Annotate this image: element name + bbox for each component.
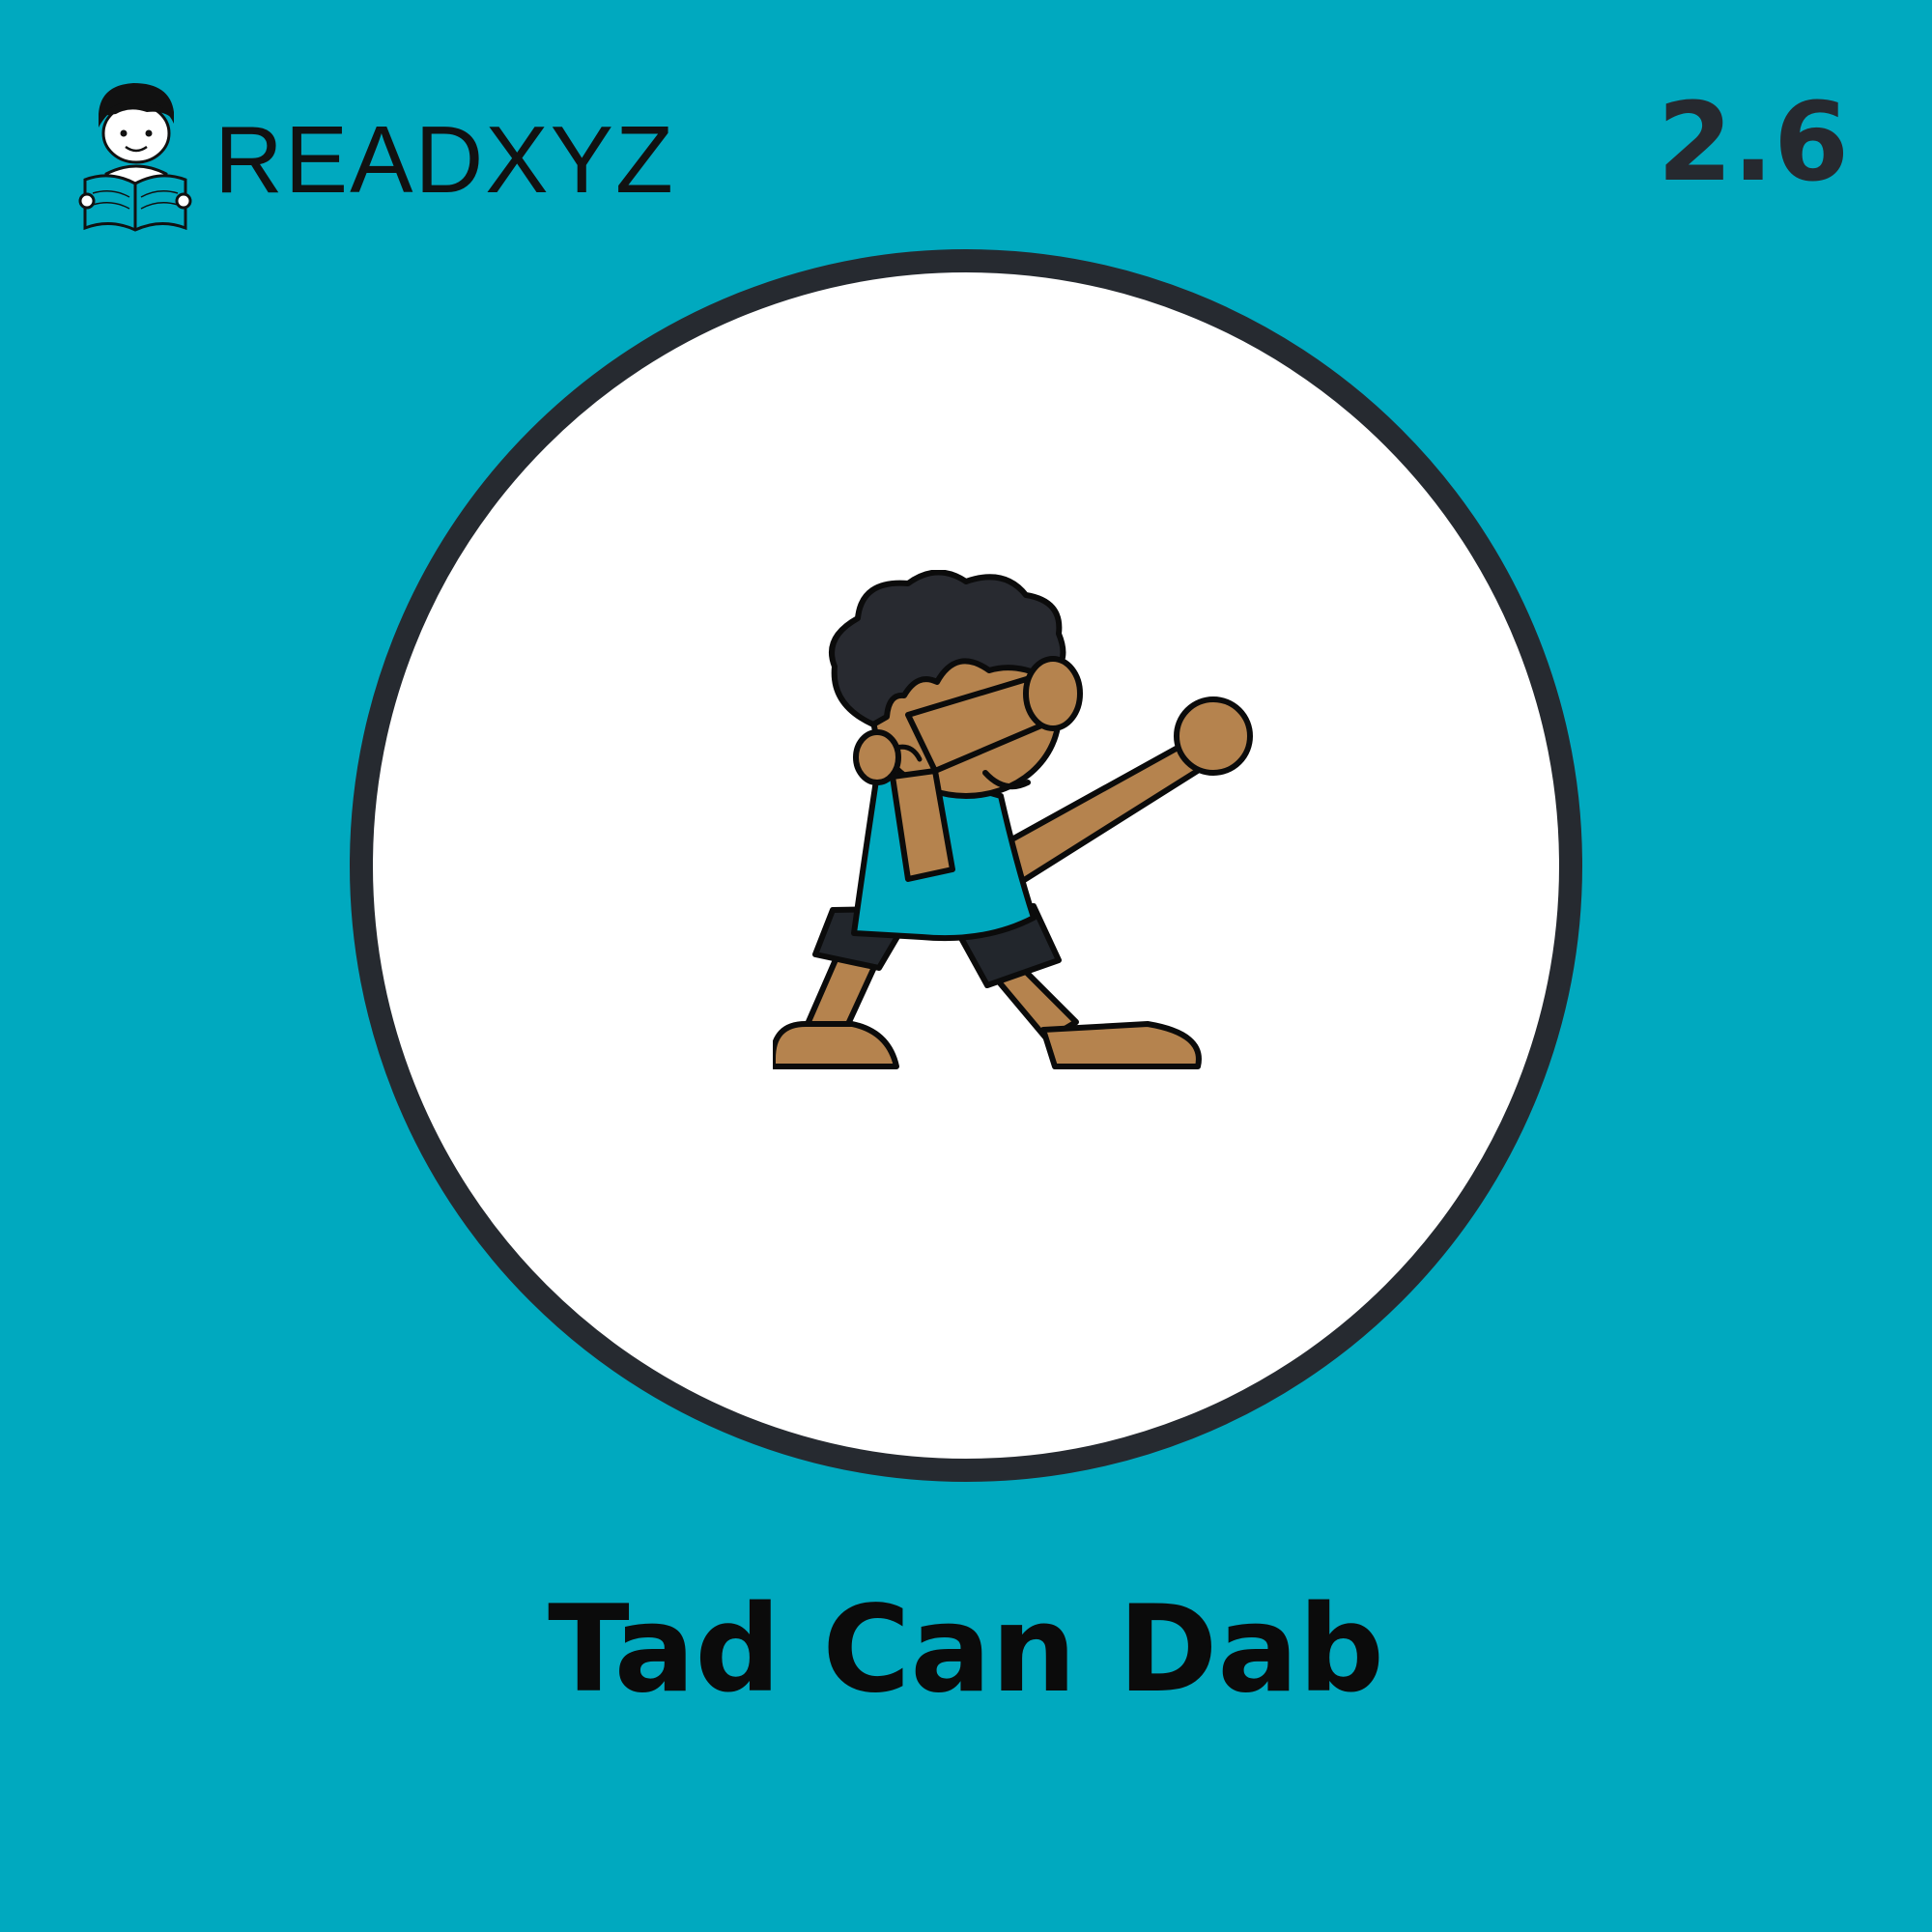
dabbing-boy-icon bbox=[773, 570, 1253, 1069]
brand-logo: READXYZ bbox=[77, 77, 675, 232]
reading-boy-icon bbox=[78, 83, 192, 232]
level-number: 2.6 bbox=[1657, 80, 1849, 206]
brand-name: READXYZ bbox=[214, 106, 675, 213]
book-title: Tad Can Dab bbox=[548, 1580, 1384, 1719]
